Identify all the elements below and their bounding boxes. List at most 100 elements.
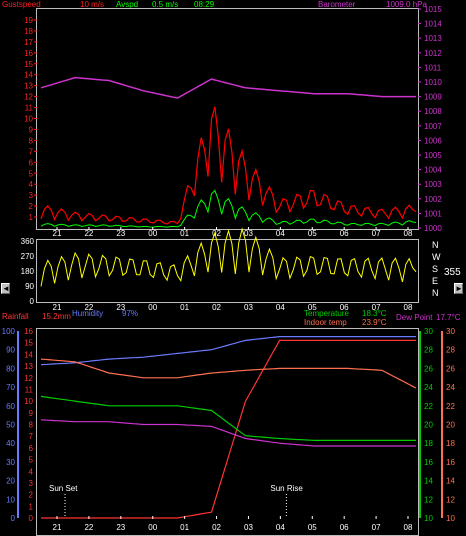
rain-axis-tick: 8 [29,421,34,430]
humidity-axis-tick: 0 [11,514,16,523]
rain-axis-tick: 10 [24,397,33,406]
rain-axis-tick: 15 [24,339,33,348]
rain-axis-tick: 9 [29,409,34,418]
wind-axis-tick: 15 [24,60,33,69]
rain-axis-tick: 3 [29,479,34,488]
direction-axis-tick: 90 [25,282,34,291]
hour-tick-label: 04 [276,523,285,532]
pressure-axis-tick: 1006 [424,136,442,145]
hour-tick-label: 21 [53,523,62,532]
wind-axis-tick: 16 [24,49,33,58]
hour-tick-label: 21 [53,303,62,312]
direction-axis-tick: 360 [21,237,35,246]
hour-tick-label: 22 [84,229,93,238]
hour-tick-label: 07 [372,303,381,312]
rain-axis-tick: 0 [29,514,34,523]
wind-axis-tick: 2 [29,202,34,211]
rain-axis-tick: 4 [29,467,34,476]
pressure-axis-tick: 1000 [424,224,442,233]
humidity-axis-tick: 20 [6,477,15,486]
hour-tick-label: 01 [180,229,189,238]
indoor-axis-tick: 24 [446,383,455,392]
indoor-axis-tick: 16 [446,458,455,467]
rainfall-line [41,339,416,519]
direction-axis-tick: 270 [21,252,35,261]
humidity-axis-tick: 90 [6,346,15,355]
hour-tick-label: 04 [276,229,285,238]
pressure-axis-tick: 1004 [424,166,442,175]
hour-tick-label: 04 [276,303,285,312]
wind-axis-tick: 4 [29,180,34,189]
rain-axis-tick: 11 [25,385,34,394]
temperature-axis-tick: 28 [424,346,433,355]
rain-axis-tick: 7 [29,432,34,441]
hour-tick-label: 06 [340,229,349,238]
pressure-axis-tick: 1002 [424,195,442,204]
hour-tick-label: 03 [244,303,253,312]
hour-tick-label: 23 [116,303,125,312]
wind-axis-tick: 3 [29,191,34,200]
wind-axis-tick: 14 [24,71,33,80]
indoor-axis-tick: 20 [446,421,455,430]
wind-direction-line [40,227,417,287]
wind-axis-tick: 11 [25,104,34,113]
pressure-axis-tick: 1015 [424,5,442,14]
hour-tick-label: 08 [404,303,413,312]
hour-tick-label: 08 [404,523,413,532]
indoor-temp-line [40,358,417,389]
indoor-axis-tick: 18 [446,439,455,448]
hour-tick-label: 08 [404,229,413,238]
rain-axis-tick: 5 [29,456,34,465]
wind-axis-tick: 7 [29,147,34,156]
hour-tick-label: 00 [148,523,157,532]
rain-axis-tick: 13 [24,362,33,371]
pressure-axis-tick: 1013 [424,34,442,43]
pressure-axis-tick: 1003 [424,180,442,189]
temperature-axis-tick: 20 [424,421,433,430]
wind-axis-tick: 12 [24,93,33,102]
temperature-axis-tick: 26 [424,364,433,373]
humidity-axis-tick: 40 [6,439,15,448]
hour-tick-label: 00 [148,229,157,238]
hour-tick-label: 23 [116,523,125,532]
direction-axis-tick: 0 [30,297,35,306]
rain-axis-tick: 12 [24,374,33,383]
wind-axis-tick: 5 [29,169,34,178]
humidity-axis-tick: 50 [6,421,15,430]
indoor-axis-tick: 26 [446,364,455,373]
pressure-axis-tick: 1011 [424,63,442,72]
wind-axis-tick: 9 [29,125,34,134]
indoor-axis-tick: 10 [446,514,455,523]
temperature-axis-tick: 30 [424,327,433,336]
direction-axis-tick: 180 [21,267,35,276]
rain-axis-tick: 2 [29,491,34,500]
pressure-axis-tick: 1010 [424,78,442,87]
temperature-axis-tick: 24 [424,383,433,392]
wind-axis-tick: 6 [29,158,34,167]
temperature-axis-tick: 22 [424,402,433,411]
hour-tick-label: 06 [340,523,349,532]
wind-axis-tick: 17 [24,38,33,47]
hour-tick-label: 02 [212,303,221,312]
pressure-axis-tick: 1005 [424,151,442,160]
hour-tick-label: 07 [372,523,381,532]
rain-axis-tick: 14 [24,350,33,359]
indoor-axis-tick: 30 [446,327,455,336]
pressure-axis-tick: 1009 [424,93,442,102]
temperature-line [40,395,416,441]
hour-tick-label: 00 [148,303,157,312]
temperature-axis-tick: 16 [424,458,433,467]
hour-tick-label: 05 [308,303,317,312]
humidity-axis-tick: 60 [6,402,15,411]
gust-line [40,106,417,225]
hour-tick-label: 05 [308,523,317,532]
hour-tick-label: 02 [212,523,221,532]
wind-axis-tick: 8 [29,136,34,145]
hour-tick-label: 22 [84,523,93,532]
humidity-axis-tick: 10 [6,495,15,504]
hour-tick-label: 06 [340,303,349,312]
hour-tick-label: 22 [84,303,93,312]
indoor-axis-tick: 12 [446,495,455,504]
wind-axis-tick: 1 [29,213,34,222]
pressure-axis-tick: 1008 [424,107,442,116]
